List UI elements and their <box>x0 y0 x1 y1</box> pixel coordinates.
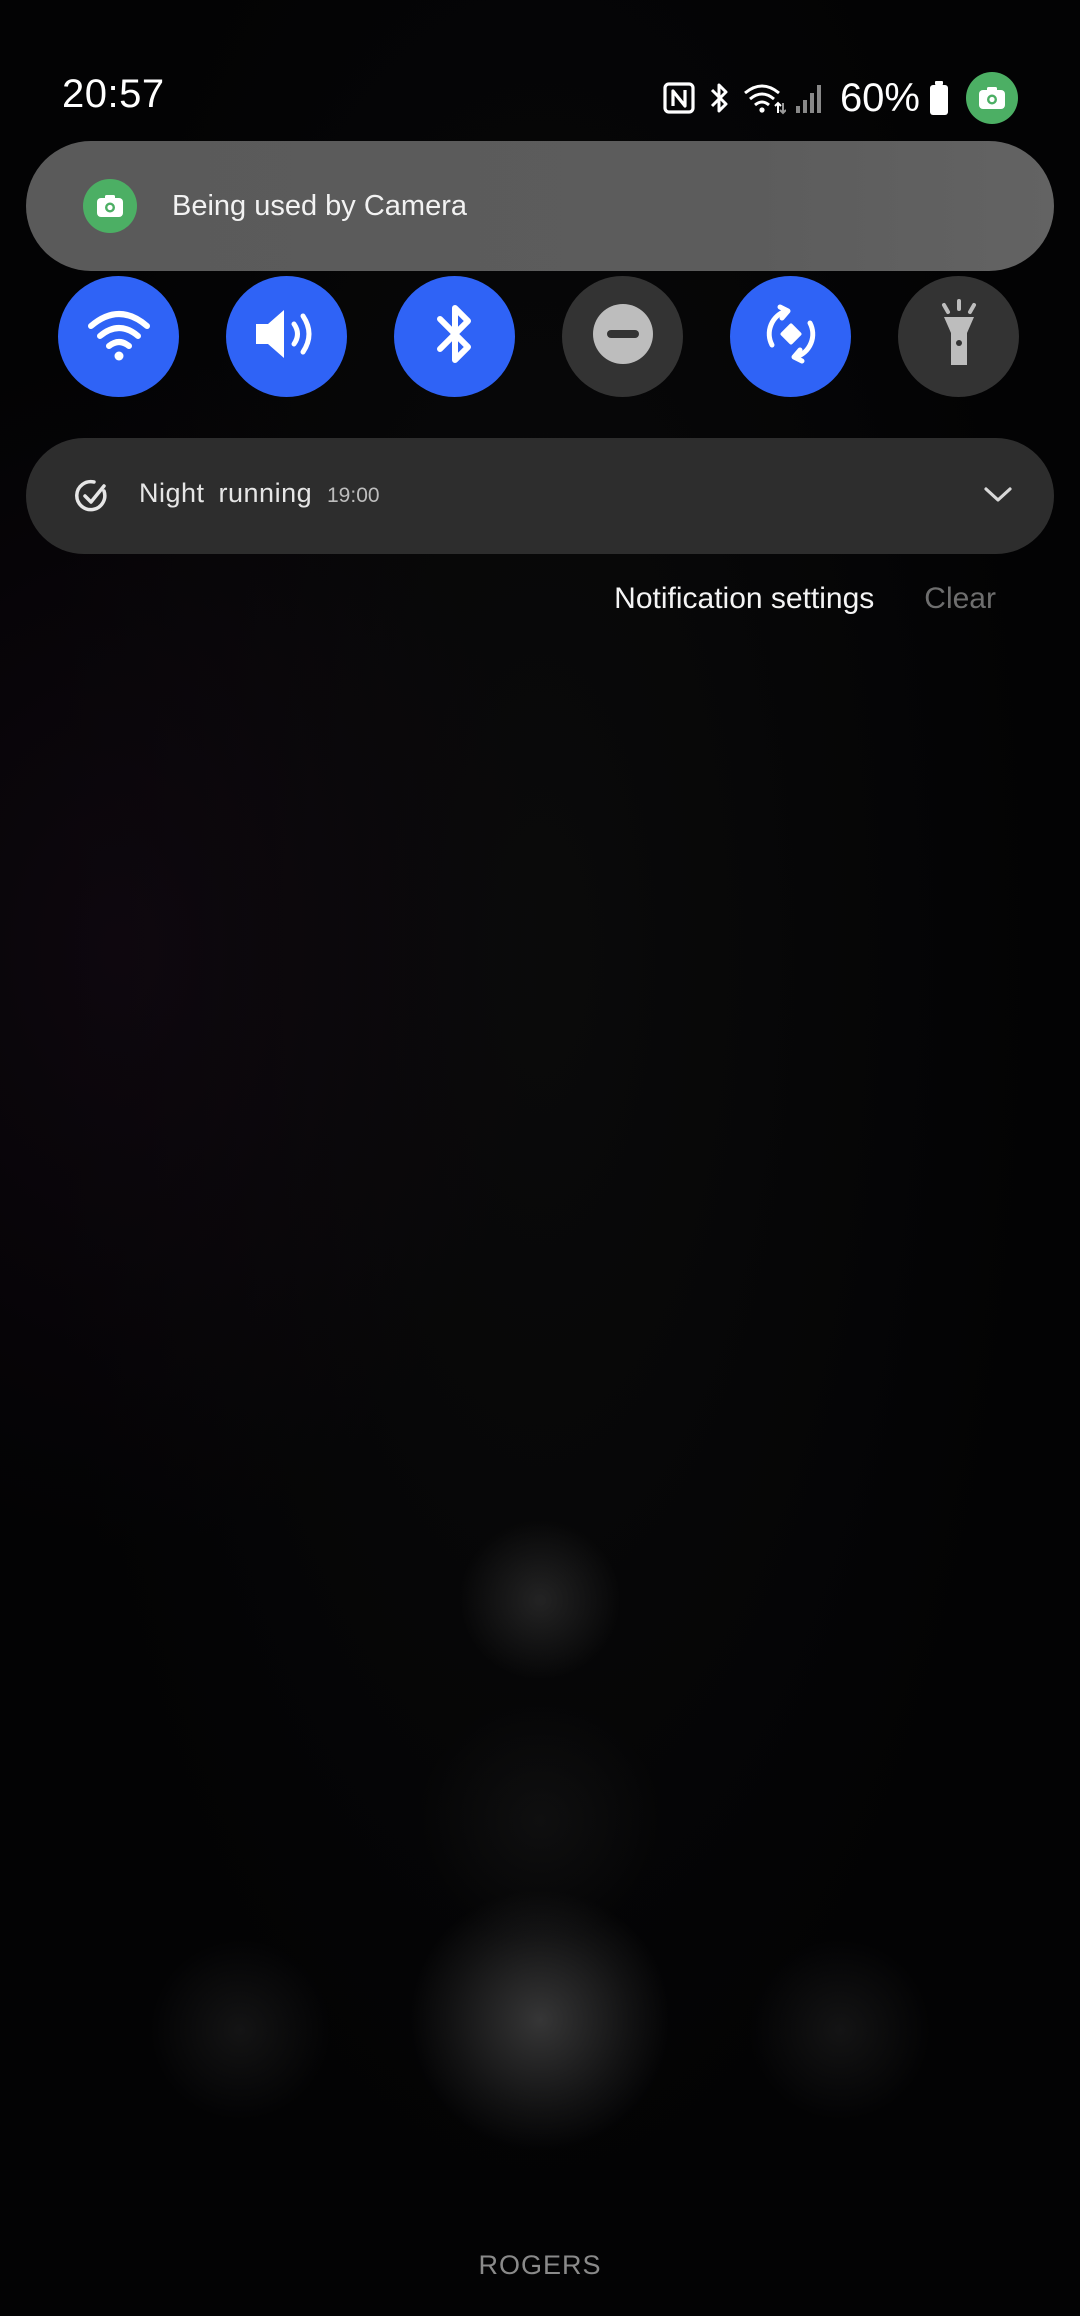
camera-icon <box>83 179 137 233</box>
notification-card[interactable]: Night running 19:00 <box>26 438 1054 554</box>
wifi-icon <box>87 306 151 367</box>
status-bar: 20:57 60% <box>0 0 1080 140</box>
signal-icon <box>794 81 826 115</box>
speaker-icon <box>252 304 322 369</box>
do-not-disturb-toggle[interactable] <box>562 276 683 397</box>
rotate-icon <box>756 299 826 374</box>
battery-icon <box>928 79 950 117</box>
nfc-icon <box>662 81 696 115</box>
check-circle-icon <box>74 478 110 519</box>
minus-circle-icon <box>592 303 654 370</box>
quick-settings-toggles <box>0 276 1080 398</box>
flashlight-icon <box>934 299 984 374</box>
notification-time: 19:00 <box>327 484 380 507</box>
battery-percent: 60% <box>839 75 920 120</box>
carrier-label: ROGERS <box>478 2250 602 2280</box>
bluetooth-toggle[interactable] <box>394 276 515 397</box>
notification-title: Night running <box>139 478 313 508</box>
camera-privacy-chip[interactable]: Being used by Camera <box>26 141 1054 271</box>
wifi-toggle[interactable] <box>58 276 179 397</box>
status-time: 20:57 <box>62 72 165 116</box>
bluetooth-icon <box>704 80 734 116</box>
privacy-chip-label: Being used by Camera <box>172 189 467 222</box>
notification-settings-button[interactable]: Notification settings <box>614 582 874 616</box>
chevron-down-icon[interactable] <box>982 478 1014 515</box>
flashlight-toggle[interactable] <box>898 276 1019 397</box>
auto-rotate-toggle[interactable] <box>730 276 851 397</box>
camera-in-use-icon[interactable] <box>966 72 1018 124</box>
notification-actions: Notification settings Clear <box>614 582 996 616</box>
bluetooth-icon <box>430 301 480 372</box>
wifi-icon <box>742 81 786 115</box>
clear-button[interactable]: Clear <box>924 582 996 616</box>
status-icons: 60% <box>662 72 1018 124</box>
sound-toggle[interactable] <box>226 276 347 397</box>
